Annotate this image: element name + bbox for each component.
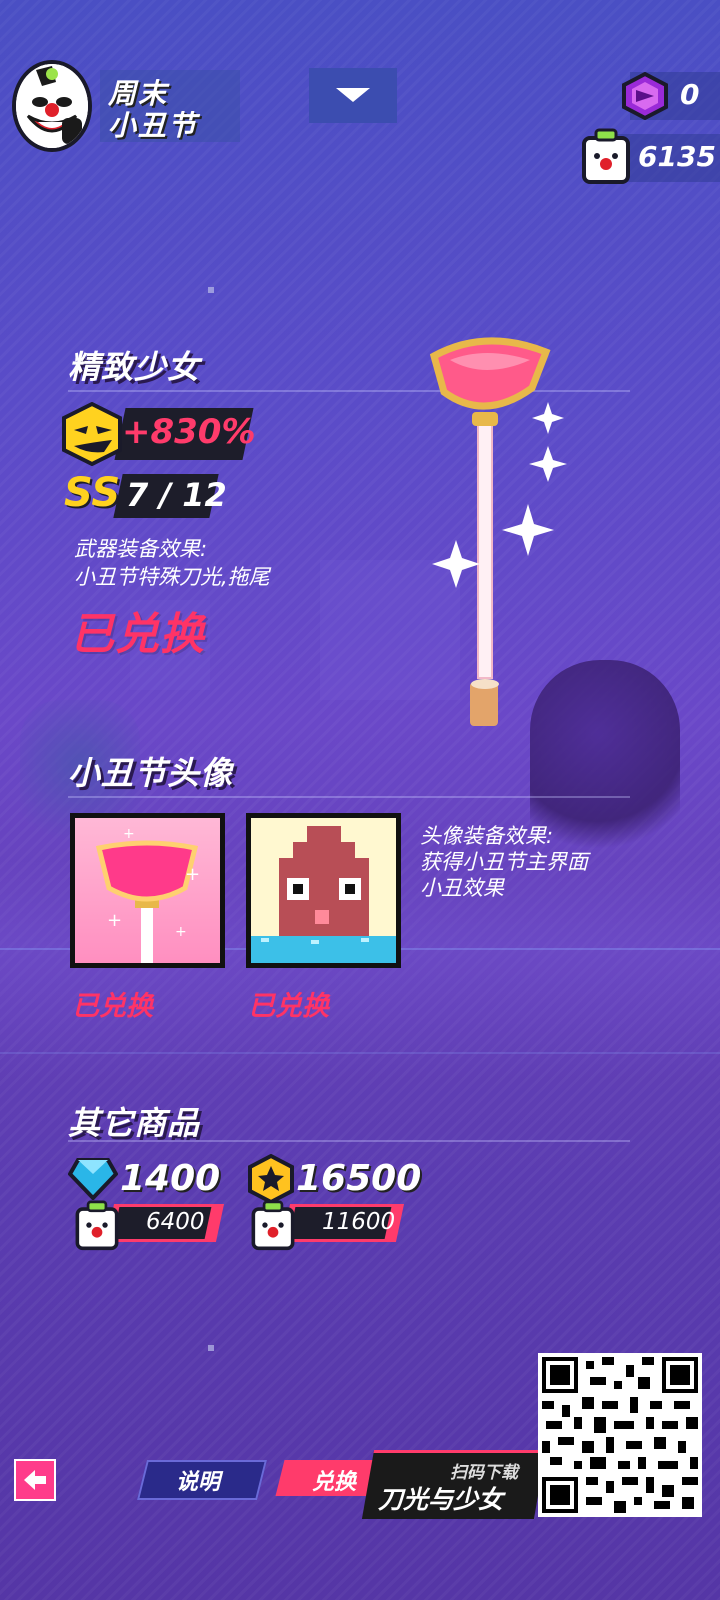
avatar-effect-title: 头像装备效果: — [420, 824, 554, 848]
weapon-effect-desc: 小丑节特殊刀光,拖尾 — [74, 565, 270, 589]
floor-line — [0, 1052, 720, 1054]
avatar-card-plunger[interactable]: + + + + — [70, 813, 225, 968]
svg-text:+: + — [107, 910, 122, 931]
event-title-line2: 小丑节 — [108, 109, 199, 142]
purple-gem-icon — [620, 71, 670, 124]
section-divider — [68, 796, 630, 798]
promo-game-title: 刀光与少女 — [378, 1485, 504, 1514]
gem-count: 0 — [680, 78, 700, 111]
smirk-face-icon — [60, 401, 124, 470]
back-button[interactable] — [14, 1459, 56, 1501]
svg-text:+: + — [123, 826, 135, 842]
power-bonus: +830% — [122, 412, 256, 452]
weapon-redeemed-status: 已兑换 — [70, 609, 205, 660]
item1-price: 6400 — [146, 1209, 205, 1235]
avatar1-redeemed-status: 已兑换 — [72, 991, 153, 1022]
other-items-title: 其它商品 — [68, 1104, 201, 1142]
avatar2-redeemed-status: 已兑换 — [248, 991, 329, 1022]
avatar-effect-line1: 获得小丑节主界面 — [420, 850, 588, 874]
blue-diamond-icon — [67, 1156, 119, 1204]
pixel-blob-avatar-icon — [251, 818, 396, 963]
decor-dot — [208, 1345, 214, 1351]
avatar-effect-line2: 小丑效果 — [420, 876, 504, 900]
item2-price: 11600 — [322, 1209, 396, 1235]
arrow-left-icon — [24, 1470, 46, 1490]
item1-amount: 1400 — [120, 1158, 221, 1199]
plunger-weapon-icon — [420, 318, 580, 742]
svg-text:+: + — [175, 924, 187, 940]
collection-count: 7 / 12 — [126, 476, 227, 514]
avatars-section-title: 小丑节头像 — [68, 754, 234, 792]
qr-code — [538, 1353, 702, 1517]
decor-dot — [208, 287, 214, 293]
clown-avatar-icon[interactable] — [12, 60, 92, 152]
chevron-down-icon — [336, 88, 370, 102]
weapon-effect-title: 武器装备效果: — [74, 537, 208, 561]
tab-info-label: 说明 — [176, 1470, 221, 1495]
weapon-name: 精致少女 — [68, 348, 201, 386]
avatar-card-blob[interactable] — [246, 813, 401, 968]
clown-token-icon — [578, 128, 634, 190]
plunger-avatar-icon: + + + + — [95, 826, 200, 963]
grade-badge: SS — [64, 470, 121, 516]
clown-token-icon — [248, 1200, 298, 1256]
clown-token-icon — [72, 1200, 122, 1256]
token-count: 6135 — [638, 140, 716, 173]
item2-amount: 16500 — [296, 1158, 422, 1199]
tab-exchange-label: 兑换 — [312, 1470, 357, 1495]
section-divider — [68, 1140, 630, 1142]
svg-text:+: + — [185, 864, 200, 885]
